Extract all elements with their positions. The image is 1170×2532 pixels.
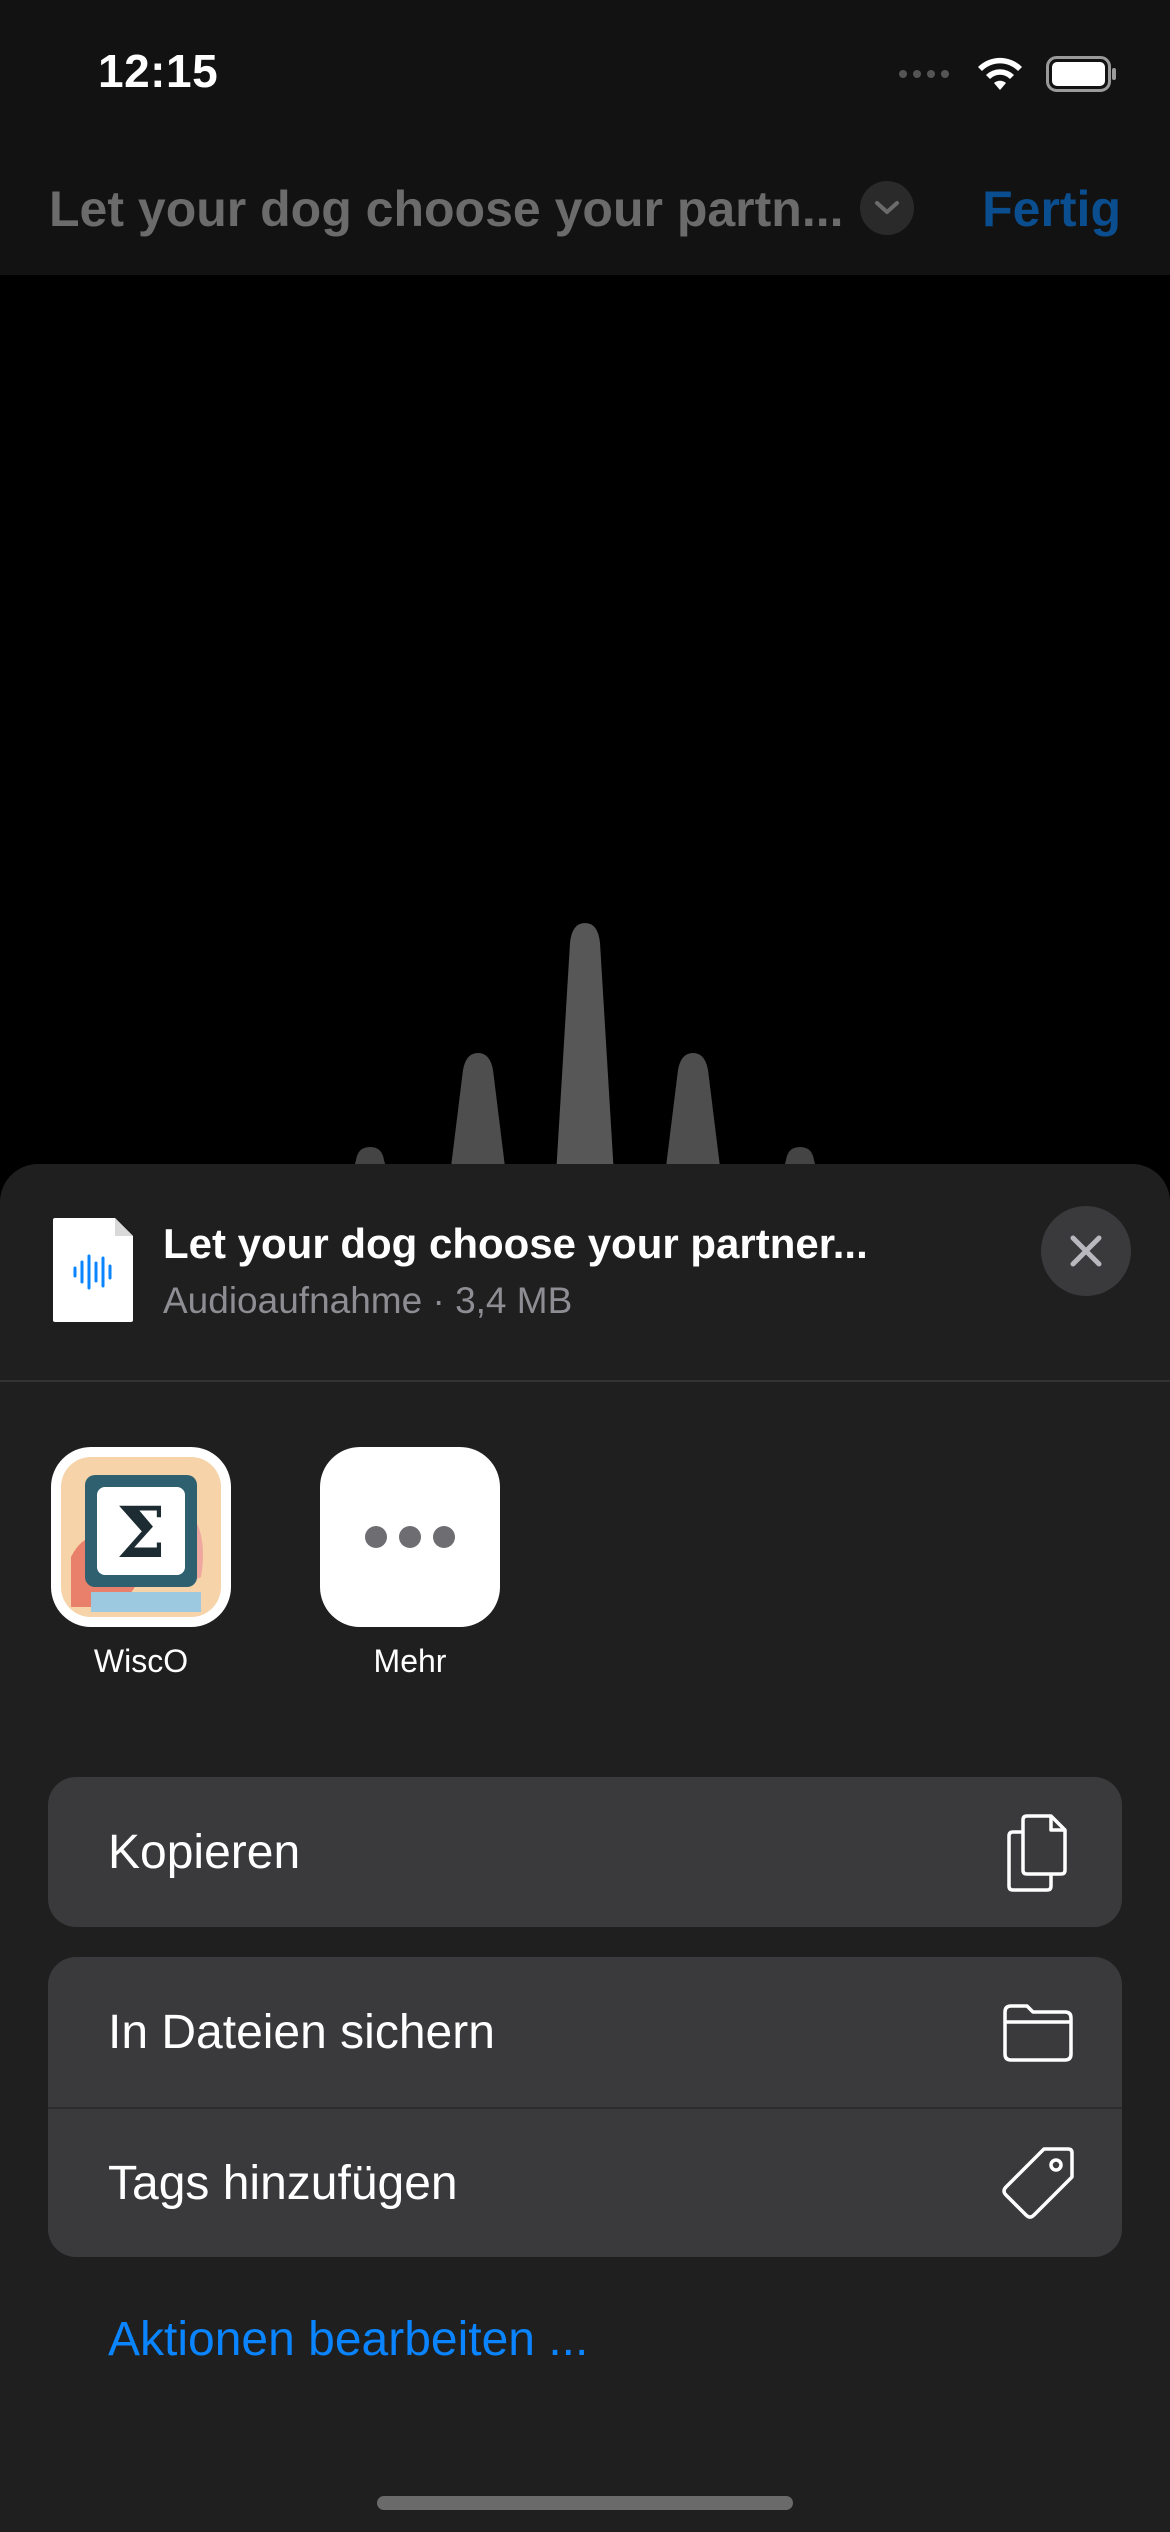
chevron-down-icon: [875, 201, 899, 214]
action-label: In Dateien sichern: [108, 2005, 495, 2059]
folder-icon: [998, 1992, 1078, 2072]
share-app-label: WiscO: [93, 1643, 189, 1679]
audio-file-icon: [53, 1218, 133, 1322]
waveform-graphic: [352, 923, 818, 1175]
title-menu-button[interactable]: [860, 181, 914, 235]
action-label: Tags hinzufügen: [108, 2156, 458, 2210]
share-app-label: Mehr: [373, 1643, 447, 1679]
edit-actions-link[interactable]: Aktionen bearbeiten ...: [108, 2312, 588, 2367]
file-title: Let your dog choose your partner...: [163, 1220, 868, 1267]
done-button[interactable]: Fertig: [982, 180, 1121, 238]
share-app-wisco[interactable]: Σ WiscO: [51, 1447, 231, 1680]
action-label: Kopieren: [108, 1825, 301, 1879]
tag-icon: [998, 2143, 1078, 2223]
close-button[interactable]: [1041, 1206, 1131, 1296]
action-group-copy: Kopieren: [48, 1777, 1122, 1927]
recording-title[interactable]: Let your dog choose your partn...: [49, 180, 844, 238]
copy-icon: [998, 1812, 1078, 1892]
wifi-icon: [978, 57, 1022, 90]
nav-bar: Let your dog choose your partn... Fertig: [0, 140, 1170, 275]
action-group-files: In Dateien sichern Tags hinzufügen: [48, 1957, 1122, 2257]
share-sheet: Let your dog choose your partner... Audi…: [0, 1164, 1170, 2532]
share-app-more[interactable]: Mehr: [320, 1447, 500, 1680]
share-sheet-header: Let your dog choose your partner... Audi…: [0, 1164, 1170, 1382]
action-copy[interactable]: Kopieren: [48, 1777, 1122, 1927]
cellular-signal-icon: [899, 70, 949, 78]
file-subtitle: Audioaufnahme · 3,4 MB: [163, 1280, 573, 1321]
waveform-area: [0, 275, 1170, 1175]
status-bar: 12:15: [0, 0, 1170, 140]
svg-text:Σ: Σ: [116, 1491, 166, 1574]
battery-icon: [1046, 56, 1116, 92]
more-icon: [320, 1447, 500, 1627]
status-time: 12:15: [98, 45, 219, 97]
close-icon: [1070, 1235, 1102, 1267]
home-indicator[interactable]: [377, 2496, 793, 2510]
wisco-app-icon: Σ: [51, 1447, 231, 1627]
status-icons: [898, 52, 1118, 96]
action-save-to-files[interactable]: In Dateien sichern: [48, 1957, 1122, 2107]
screen: 12:15 Let your dog choose your partn...: [0, 0, 1170, 2532]
action-add-tags[interactable]: Tags hinzufügen: [48, 2107, 1122, 2257]
